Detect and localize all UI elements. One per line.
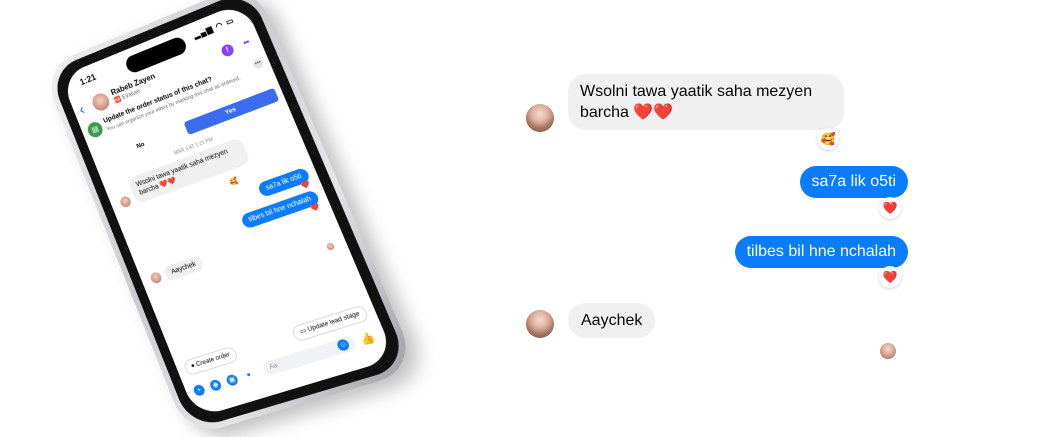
incoming-message-2[interactable]: Aaychek — [568, 303, 656, 338]
sender-avatar — [526, 310, 554, 338]
outgoing-message-1[interactable]: sa7a lik o5ti — [799, 166, 908, 198]
back-chevron-icon[interactable]: ‹ — [77, 102, 88, 120]
chat-detail: Wsolni tawa yaatik saha mezyen barcha ❤️… — [520, 60, 920, 400]
status-time: 1:21 — [78, 72, 98, 88]
gallery-icon[interactable]: ▣ — [225, 373, 240, 387]
order-icon: ▤ — [85, 119, 105, 140]
seen-avatar — [880, 343, 896, 359]
incoming-message-1[interactable]: Wsolni tawa yaatik saha mezyen barcha ❤️… — [568, 74, 844, 130]
heart-icon: ❤️ — [879, 266, 901, 288]
heart-icon: ❤️ — [309, 203, 322, 213]
sender-avatar — [118, 195, 133, 209]
close-icon[interactable]: ••• — [251, 57, 265, 71]
like-icon[interactable]: 👍 — [358, 330, 378, 347]
outgoing-message-2[interactable]: tilbes bil hne nchalah — [734, 236, 908, 268]
phone-mockup: 1:21 ▂▄▆ ◠ ▭ ‹ Rabeb Zayen 🆎 Evaluer f •… — [41, 0, 419, 437]
heart-icon: ❤️ — [300, 180, 312, 191]
heart-icon: ❤️ — [879, 197, 901, 219]
more-icon[interactable]: ••• — [238, 35, 254, 50]
plus-icon[interactable]: + — [192, 383, 207, 397]
mic-icon[interactable]: ● — [242, 368, 257, 382]
contact-avatar[interactable] — [89, 90, 112, 113]
facebook-icon[interactable]: f — [219, 42, 236, 59]
status-icons: ▂▄▆ ◠ ▭ — [192, 15, 236, 41]
incoming-message[interactable]: Aaychek — [162, 255, 205, 282]
outgoing-message[interactable]: tilbes bil hne nchalah — [239, 189, 321, 230]
reaction-emoji: 🥰 — [817, 128, 839, 150]
reaction-emoji: 🥰 — [228, 177, 240, 187]
sender-avatar — [149, 271, 164, 285]
camera-icon[interactable]: ◉ — [208, 378, 223, 392]
sender-avatar — [526, 104, 554, 132]
seen-avatar — [325, 241, 336, 251]
